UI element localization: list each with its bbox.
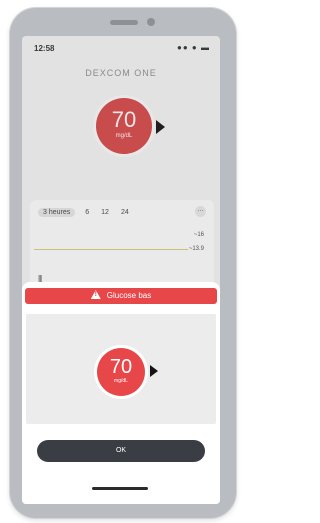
home-indicator[interactable] [92, 487, 148, 490]
alert-glucose-unit: mg/dL [114, 378, 128, 384]
more-options-icon[interactable]: … [195, 206, 206, 217]
alert-banner: Glucose bas [25, 288, 217, 304]
phone-speaker [110, 20, 138, 25]
tab-24[interactable]: 24 [119, 208, 131, 217]
phone-camera [147, 18, 155, 26]
tab-3-hours[interactable]: 3 heures [38, 208, 76, 217]
phone-screen: 12:58 ●● ● ▬ DEXCOM ONE 70 mg/dL 3 heure… [22, 36, 220, 504]
background-glucose-value: 70 [111, 107, 137, 132]
alert-glucose-value: 70 [109, 356, 133, 378]
warning-icon [90, 290, 101, 299]
alert-glucose-circle: 70 mg/dL [97, 348, 145, 396]
status-icons: ●● ● ▬ [177, 43, 210, 52]
alert-body: 70 mg/dL [26, 314, 216, 424]
ok-button[interactable]: OK [37, 440, 205, 462]
alert-sheet: Glucose bas 70 mg/dL OK [22, 282, 220, 504]
brand-logo: DEXCOM ONE [85, 68, 157, 78]
time-range-tabs: 3 heures 6 12 24 [38, 208, 131, 217]
status-time: 12:58 [34, 44, 55, 53]
alert-title: Glucose bas [106, 291, 152, 300]
alert-trend-arrow-icon [150, 365, 158, 377]
background-glucose-unit: mg/dL [115, 133, 133, 139]
trend-arrow-icon [156, 120, 165, 134]
background-glucose-circle: 70 mg/dL [96, 98, 152, 154]
ref-label-high: ~16 [193, 232, 204, 238]
tab-12[interactable]: 12 [99, 208, 111, 217]
ref-line [34, 249, 188, 250]
ref-label-low: ~13.9 [188, 246, 204, 252]
tab-6[interactable]: 6 [83, 208, 91, 217]
